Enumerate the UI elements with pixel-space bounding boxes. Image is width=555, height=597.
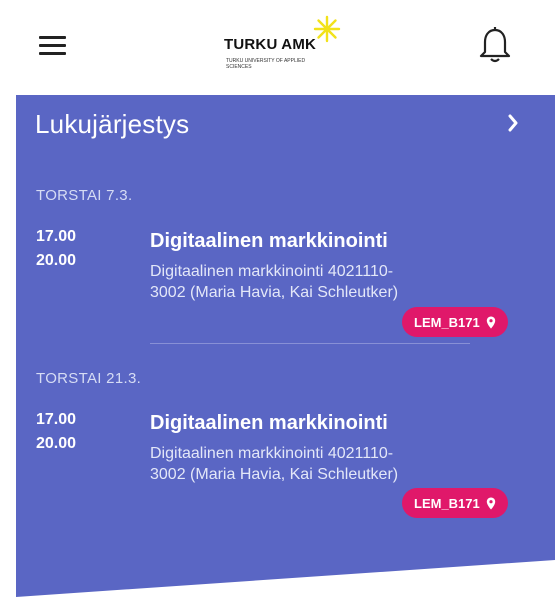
- day-label: TORSTAI 21.3.: [36, 370, 142, 387]
- event-title[interactable]: Digitaalinen markkinointi: [150, 412, 388, 435]
- room-label: LEM_B171: [414, 314, 480, 330]
- chevron-right-icon[interactable]: [496, 105, 532, 141]
- event-start-time: 17.00: [36, 228, 77, 245]
- room-label: LEM_B171: [414, 495, 480, 511]
- event-description: Digitaalinen markkinointi 4021110-3002 (…: [150, 445, 399, 483]
- event-description: Digitaalinen markkinointi 4021110-3002 (…: [150, 263, 399, 301]
- logo-subtitle: TURKU UNIVERSITY OF APPLIED SCIENCES: [226, 58, 306, 70]
- event-title[interactable]: Digitaalinen markkinointi: [150, 230, 388, 253]
- app-header: TURKU AMK TURKU UNIVERSITY OF APPLIED SC…: [0, 0, 555, 95]
- day-label: TORSTAI 7.3.: [36, 187, 133, 204]
- location-pin-icon: [486, 316, 495, 328]
- event-start-time: 17.00: [36, 411, 77, 428]
- event-divider: [150, 343, 470, 344]
- room-badge[interactable]: LEM_B171: [402, 488, 508, 518]
- room-badge[interactable]: LEM_B171: [402, 307, 508, 337]
- schedule-card: Lukujärjestys TORSTAI 7.3. 17.00 20.00 D…: [16, 95, 555, 597]
- sun-logo-icon: [313, 15, 341, 43]
- event-end-time: 20.00: [36, 252, 77, 269]
- location-pin-icon: [486, 497, 495, 509]
- turku-amk-logo: TURKU AMK TURKU UNIVERSITY OF APPLIED SC…: [216, 15, 356, 86]
- bell-icon[interactable]: [478, 26, 512, 66]
- logo-title: TURKU AMK: [224, 36, 317, 53]
- hamburger-menu-icon[interactable]: [36, 32, 70, 60]
- schedule-title: Lukujärjestys: [35, 109, 190, 139]
- event-end-time: 20.00: [36, 435, 77, 452]
